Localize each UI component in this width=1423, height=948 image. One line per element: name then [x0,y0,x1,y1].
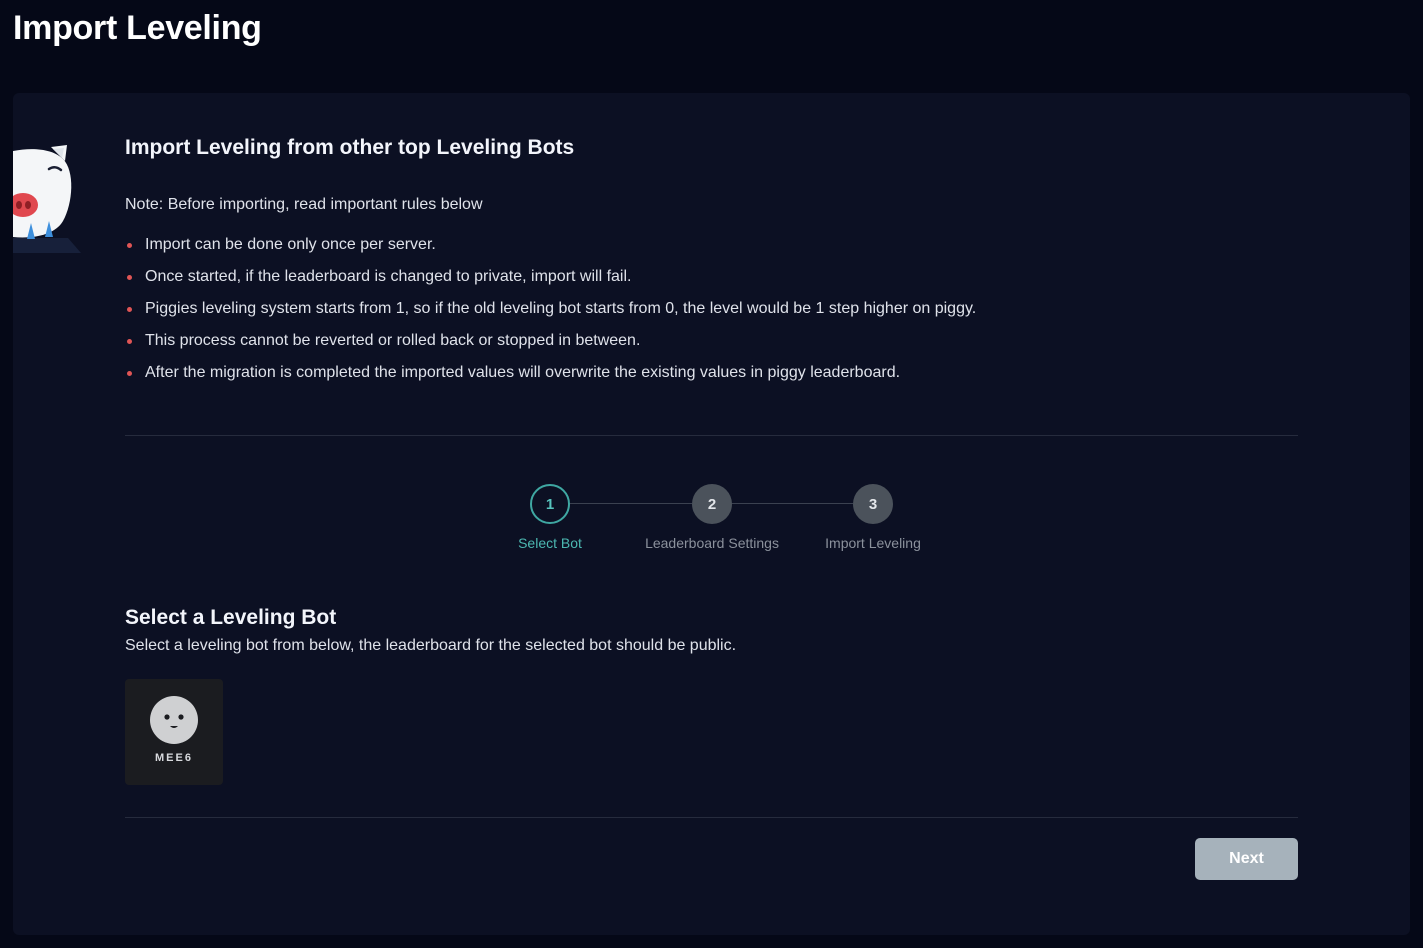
rule-item: Once started, if the leaderboard is chan… [125,266,976,298]
bullet-icon [127,371,132,376]
rule-text: After the migration is completed the imp… [145,364,901,381]
next-button[interactable]: Next [1195,838,1298,880]
bullet-icon [127,243,132,248]
rule-item: After the migration is completed the imp… [125,362,976,394]
piggy-mascot-icon [13,145,81,253]
bot-name: MEE6 [155,752,193,764]
import-heading: Import Leveling from other top Leveling … [125,136,575,159]
rule-item: Piggies leveling system starts from 1, s… [125,298,976,330]
rule-item: Import can be done only once per server. [125,234,976,266]
divider [125,817,1298,818]
bot-option-mee6[interactable]: MEE6 [125,679,223,785]
stepper: 1 Select Bot 2 Leaderboard Settings 3 Im… [493,484,953,554]
step-label: Select Bot [518,535,582,551]
step-number: 2 [692,484,732,524]
rule-text: Import can be done only once per server. [145,236,436,253]
bullet-icon [127,275,132,280]
import-note: Note: Before importing, read important r… [125,196,483,213]
rule-text: Once started, if the leaderboard is chan… [145,268,632,285]
step-leaderboard-settings: 2 Leaderboard Settings [632,484,792,552]
select-bot-heading: Select a Leveling Bot [125,606,337,629]
step-select-bot: 1 Select Bot [470,484,630,552]
rule-text: Piggies leveling system starts from 1, s… [145,300,977,317]
step-import-leveling: 3 Import Leveling [793,484,953,552]
bullet-icon [127,339,132,344]
page-title: Import Leveling [13,9,262,47]
step-label: Import Leveling [825,535,921,551]
rule-text: This process cannot be reverted or rolle… [145,332,641,349]
step-number: 3 [853,484,893,524]
step-number: 1 [530,484,570,524]
import-leveling-card: Import Leveling from other top Leveling … [13,93,1410,935]
select-bot-description: Select a leveling bot from below, the le… [125,637,737,654]
mee6-face-icon [150,696,198,744]
bullet-icon [127,307,132,312]
rules-list: Import can be done only once per server.… [125,234,976,394]
step-label: Leaderboard Settings [645,535,779,551]
divider [125,435,1298,436]
rule-item: This process cannot be reverted or rolle… [125,330,976,362]
